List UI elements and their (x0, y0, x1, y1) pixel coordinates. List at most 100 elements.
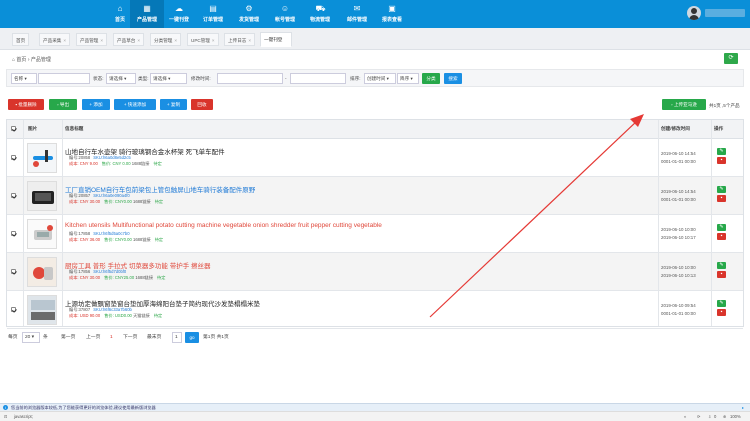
edit-button[interactable]: ✎ (717, 148, 726, 155)
nav-item-label: 一键刊登 (168, 17, 189, 23)
nav-item-shipping[interactable]: ⚙ 发货管理 (232, 0, 266, 28)
nav-item-accounts[interactable]: ☺ 帐号管理 (268, 0, 302, 28)
sort-direction-select[interactable]: 降序 ▾ (397, 73, 419, 84)
edit-button[interactable]: ✎ (717, 186, 726, 193)
tab-one-click-publish[interactable]: 一键刊登 (260, 32, 292, 47)
nav-item-publish[interactable]: ☁ 一键刊登 (162, 0, 196, 28)
delete-button[interactable]: ▪ (717, 233, 726, 240)
type-select[interactable]: 请选择 ▾ (150, 73, 187, 84)
home-icon: ⌂ (117, 4, 123, 13)
refresh-button[interactable]: ⟳ (724, 53, 738, 64)
go-button[interactable]: go (185, 332, 199, 343)
row-checkbox[interactable] (11, 155, 16, 160)
row-checkbox[interactable] (11, 193, 16, 198)
browser-status-bar: ⊡ javascript; ◐ ⟳ ⇩ 0 ⊕ 100% (0, 411, 750, 421)
header-image: 图片 (28, 126, 38, 131)
close-icon[interactable]: × (100, 38, 103, 43)
group-button[interactable]: 分类 (422, 73, 440, 84)
export-button[interactable]: ▫ 导出 (49, 99, 77, 110)
truck-icon: ⛟ (315, 4, 326, 13)
trash-icon: ▪ (720, 233, 723, 239)
speaker-icon[interactable]: ◐ (684, 412, 687, 421)
close-icon[interactable]: × (63, 38, 66, 43)
batch-delete-button[interactable]: ▪ 批量删除 (8, 99, 44, 110)
nav-item-products[interactable]: ▦ 产品管理 (130, 0, 164, 28)
home-icon: ⌂ (12, 57, 16, 63)
nav-item-label: 邮件管理 (346, 17, 367, 23)
search-button[interactable]: 搜索 (444, 73, 462, 84)
pagination: 每页 20 ▾ 条 第一页 上一页 1 下一页 最末页 1 go 第1页 共1页 (6, 331, 406, 345)
close-icon[interactable]: × (212, 38, 215, 43)
quick-add-button[interactable]: + 快速添加 (114, 99, 156, 110)
row-checkbox[interactable] (11, 269, 16, 274)
add-button[interactable]: + 添加 (82, 99, 110, 110)
per-page-unit: 条 (43, 335, 48, 340)
search-field-select[interactable]: 名称 ▾ (11, 73, 37, 84)
avatar[interactable] (687, 6, 701, 20)
table-row[interactable]: 上源坊定做飘窗垫窗台垫加厚海绵阳台垫子简约现代沙发垫榻榻米垫 编号:37807 S… (7, 291, 743, 329)
delete-button[interactable]: ▪ (717, 195, 726, 202)
delete-button[interactable]: ▪ (717, 271, 726, 278)
select-all-checkbox[interactable] (11, 126, 16, 131)
table-row[interactable]: 工厂直销OEM自行车包前梁包上管包触屏山地车骑行装备配件原野 编号:20857 S… (7, 177, 743, 215)
column-divider (711, 120, 712, 326)
column-divider (658, 120, 659, 326)
date-to-input[interactable] (290, 73, 346, 84)
tab-upc[interactable]: UPC管理 × (187, 33, 219, 46)
row-checkbox[interactable] (11, 307, 16, 312)
tab-home[interactable]: 首页 (12, 33, 30, 46)
zoom-icon[interactable]: ⊕ (723, 412, 727, 421)
close-icon[interactable]: × (174, 38, 177, 43)
delete-button[interactable]: ▪ (717, 157, 726, 164)
per-page-select[interactable]: 20 ▾ (22, 332, 40, 343)
nav-item-orders[interactable]: ▤ 订单管理 (196, 0, 230, 28)
breadcrumb-home[interactable]: 首页 (16, 57, 26, 63)
tab-product-draft[interactable]: 产品草台 × (113, 33, 145, 46)
pencil-icon: ✎ (719, 224, 724, 230)
product-title[interactable]: 厨房工具 普形 手拉式 切菜器多功能 带护手 擦丝器 (65, 260, 655, 270)
product-title[interactable]: 工厂直销OEM自行车包前梁包上管包触屏山地车骑行装备配件原野 (65, 184, 655, 194)
nav-item-label: 发货管理 (238, 17, 259, 23)
trash-icon: ▪ (720, 309, 723, 315)
modified-time-label: 修改时间: (191, 76, 211, 81)
upload-amazon-button[interactable]: ▫ 上传亚马逊 (662, 99, 706, 110)
product-title[interactable]: 上源坊定做飘窗垫窗台垫加厚海绵阳台垫子简约现代沙发垫榻榻米垫 (65, 298, 655, 308)
delete-button[interactable]: ▪ (717, 309, 726, 316)
table-row[interactable]: 山地自行车水壶架 骑行玻璃钢合金水杯架 死飞单车配件 编号:20858 SKU:h… (7, 139, 743, 177)
row-checkbox[interactable] (11, 231, 16, 236)
pencil-icon: ✎ (719, 262, 724, 268)
goto-page-input[interactable]: 1 (172, 332, 182, 343)
scroll-right-icon[interactable]: ▸ (742, 404, 744, 411)
nav-item-reports[interactable]: ▣ 报表查看 (375, 0, 409, 28)
nav-item-logistics[interactable]: ⛟ 物流管理 (303, 0, 337, 28)
sort-field-select[interactable]: 创建时间 ▾ (364, 73, 396, 84)
date-from-input[interactable] (217, 73, 283, 84)
close-icon[interactable]: × (137, 38, 140, 43)
recycle-button[interactable]: 回收 (191, 99, 213, 110)
nav-item-mail[interactable]: ✉ 邮件管理 (340, 0, 374, 28)
edit-button[interactable]: ✎ (717, 300, 726, 307)
status-select[interactable]: 请选择 ▾ (106, 73, 136, 84)
table-row[interactable]: Kitchen utensils Multifunctional potato … (7, 215, 743, 253)
search-input[interactable] (38, 73, 90, 84)
download-icon[interactable]: ⇩ (708, 412, 712, 421)
edit-button[interactable]: ✎ (717, 262, 726, 269)
refresh-icon[interactable]: ⟳ (697, 412, 701, 421)
edit-button[interactable]: ✎ (717, 224, 726, 231)
prev-page-link[interactable]: 上一页 (86, 332, 100, 343)
first-page-link[interactable]: 第一页 (61, 332, 75, 343)
product-thumbnail (27, 219, 57, 249)
table-row[interactable]: 厨房工具 普形 手拉式 切菜器多功能 带护手 擦丝器 编号:17856 SKU:h… (7, 253, 743, 291)
product-title[interactable]: Kitchen utensils Multifunctional potato … (65, 222, 655, 229)
breadcrumb-separator: › (27, 57, 30, 63)
product-title[interactable]: 山地自行车水壶架 骑行玻璃钢合金水杯架 死飞单车配件 (65, 146, 655, 156)
tab-upload-log[interactable]: 上传日志 × (224, 33, 256, 46)
copy-button[interactable]: + 复制 (160, 99, 187, 110)
tab-category[interactable]: 分类管理 × (150, 33, 182, 46)
tab-product-collect[interactable]: 产品采集 × (39, 33, 71, 46)
close-icon[interactable]: × (248, 38, 251, 43)
last-page-link[interactable]: 最末页 (147, 332, 161, 343)
mail-icon: ✉ (353, 4, 361, 13)
tab-product-manage[interactable]: 产品管理 × (76, 33, 108, 46)
next-page-link[interactable]: 下一页 (123, 332, 137, 343)
